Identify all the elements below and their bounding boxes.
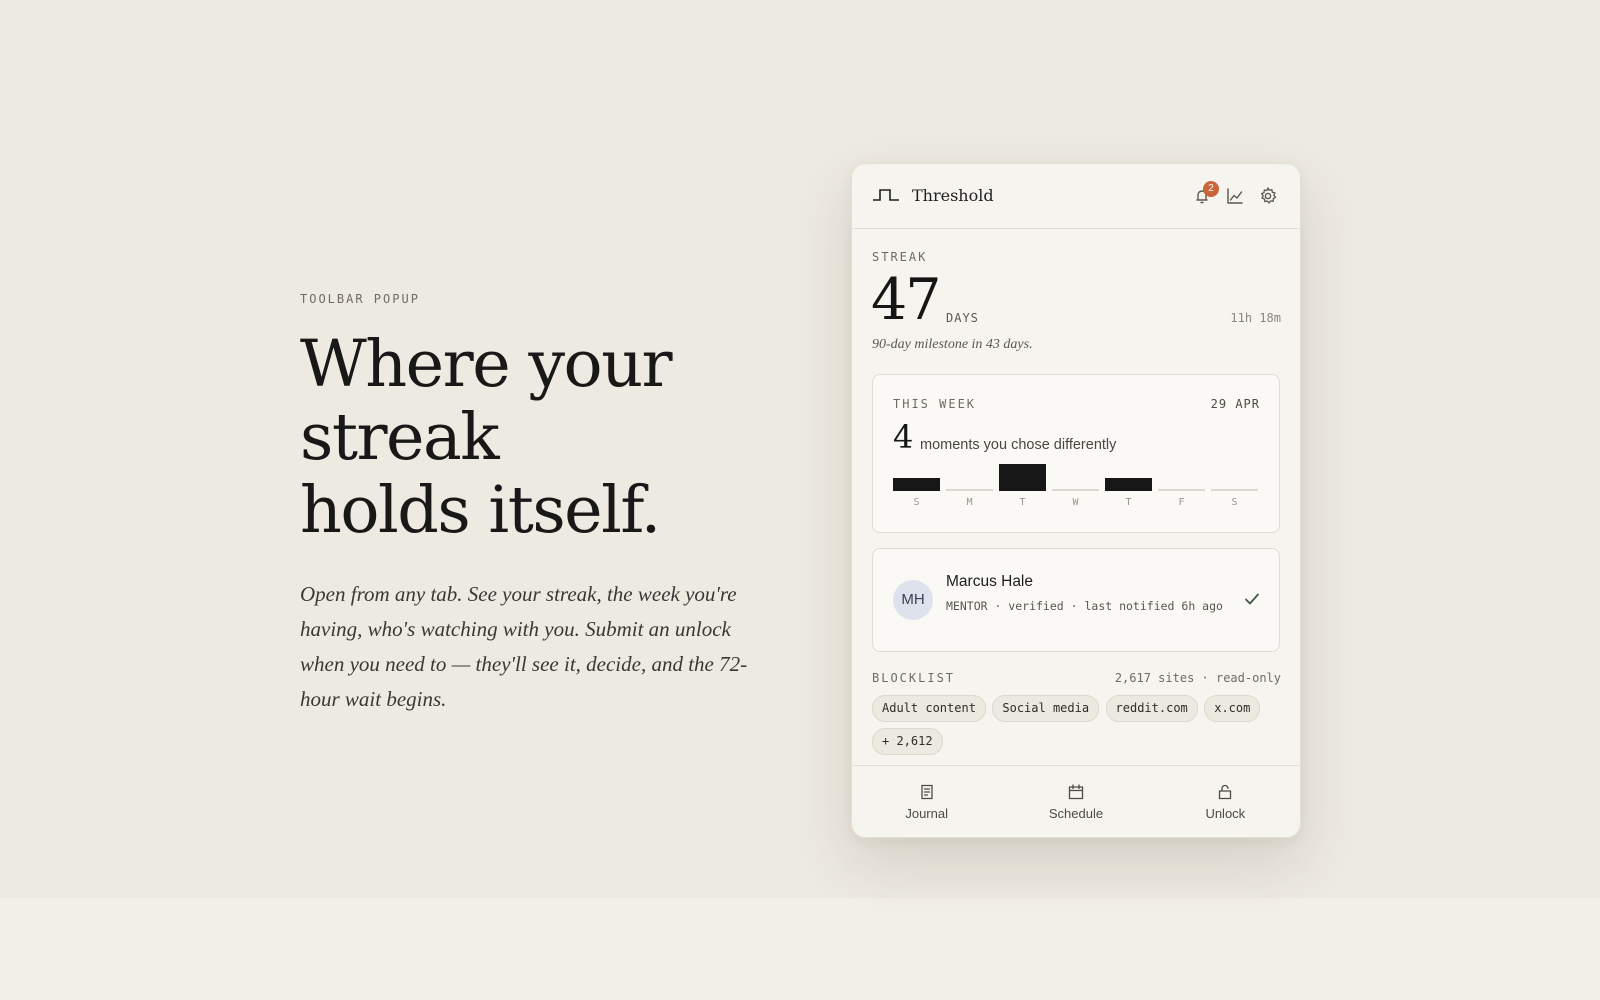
blocklist-label: BLOCKLIST	[872, 671, 956, 685]
streak-label: STREAK	[872, 250, 928, 264]
threshold-logo-icon	[873, 189, 899, 201]
week-date: 29 APR	[1210, 397, 1260, 411]
week-day-label: S	[1231, 497, 1238, 508]
eyebrow-label: TOOLBAR POPUP	[300, 292, 420, 306]
blocklist-more-chip[interactable]: + 2,612	[872, 728, 943, 755]
week-bar	[1158, 489, 1205, 491]
avatar: MH	[893, 580, 933, 620]
unlock-icon	[1219, 784, 1232, 799]
blocklist-chip: x.com	[1204, 695, 1261, 722]
settings-button[interactable]	[1257, 185, 1279, 207]
lede-text: Open from any tab. See your streak, the …	[300, 582, 748, 711]
chart-icon	[1227, 188, 1243, 204]
gear-icon	[1260, 187, 1277, 204]
notifications-button[interactable]: 2	[1191, 181, 1219, 207]
stats-button[interactable]	[1224, 185, 1246, 207]
streak-days-count: 47	[871, 267, 942, 333]
week-day-label: W	[1072, 497, 1079, 508]
popup-header: Threshold 2	[852, 164, 1300, 229]
headline-line: Where your	[300, 327, 673, 402]
week-day-label: T	[1019, 497, 1026, 508]
mentor-name: Marcus Hale	[946, 573, 1033, 590]
week-label: THIS WEEK	[893, 397, 977, 411]
streak-timer: 11h 18m	[1230, 311, 1281, 325]
moments-count: 4	[893, 418, 914, 456]
week-bar	[1105, 478, 1152, 491]
unlock-label: Unlock	[1205, 805, 1246, 821]
headline-line: streak	[300, 400, 500, 475]
moments-caption: moments you chose differently	[920, 437, 1117, 453]
notification-badge: 2	[1203, 181, 1219, 197]
week-bar	[1052, 489, 1099, 491]
milestone-note: 90-day milestone in 43 days.	[872, 337, 1033, 352]
blocklist-meta: 2,617 sites · read-only	[1114, 671, 1281, 685]
schedule-label: Schedule	[1048, 805, 1104, 821]
this-week-card: THIS WEEK 29 APR 4 moments you chose dif…	[872, 374, 1280, 533]
intro-block: TOOLBAR POPUP Where your streak holds it…	[300, 292, 770, 717]
journal-button[interactable]: Journal	[852, 766, 1001, 837]
toolbar-popup: Threshold 2 STREAK 47 DAYS 11h 18m 90-da…	[851, 163, 1301, 838]
journal-label: Journal	[905, 805, 948, 821]
schedule-button[interactable]: Schedule	[1001, 766, 1150, 837]
week-day-label: T	[1125, 497, 1132, 508]
streak-unit: DAYS	[946, 311, 979, 325]
week-bar	[1211, 489, 1258, 491]
mentor-card[interactable]: MH Marcus Hale MENTOR · verified · last …	[872, 548, 1280, 652]
unlock-button[interactable]: Unlock	[1151, 766, 1300, 837]
blocklist-chip: reddit.com	[1105, 695, 1198, 722]
calendar-icon	[1068, 783, 1084, 799]
blocklist-chip: Social media	[992, 695, 1100, 722]
week-bar	[999, 464, 1046, 491]
week-day-label: M	[966, 497, 973, 508]
popup-footer-nav: Journal Schedule Unlock	[852, 765, 1300, 837]
mentor-meta: MENTOR · verified · last notified 6h ago	[946, 599, 1223, 613]
brand-name: Threshold	[912, 186, 994, 205]
week-bar	[946, 489, 993, 491]
blocklist-chips: Adult content Social media reddit.com x.…	[872, 695, 1282, 761]
week-bar	[893, 478, 940, 491]
week-day-label: S	[913, 497, 920, 508]
week-day-label: F	[1178, 497, 1185, 508]
week-bar-chart	[893, 461, 1258, 491]
check-icon	[1245, 593, 1259, 605]
journal-icon	[921, 784, 933, 799]
hero-section: TOOLBAR POPUP Where your streak holds it…	[0, 0, 1600, 898]
headline-line: holds itself.	[300, 473, 661, 548]
headline: Where your streak holds itself.	[300, 328, 770, 547]
blocklist-chip: Adult content	[872, 695, 986, 722]
